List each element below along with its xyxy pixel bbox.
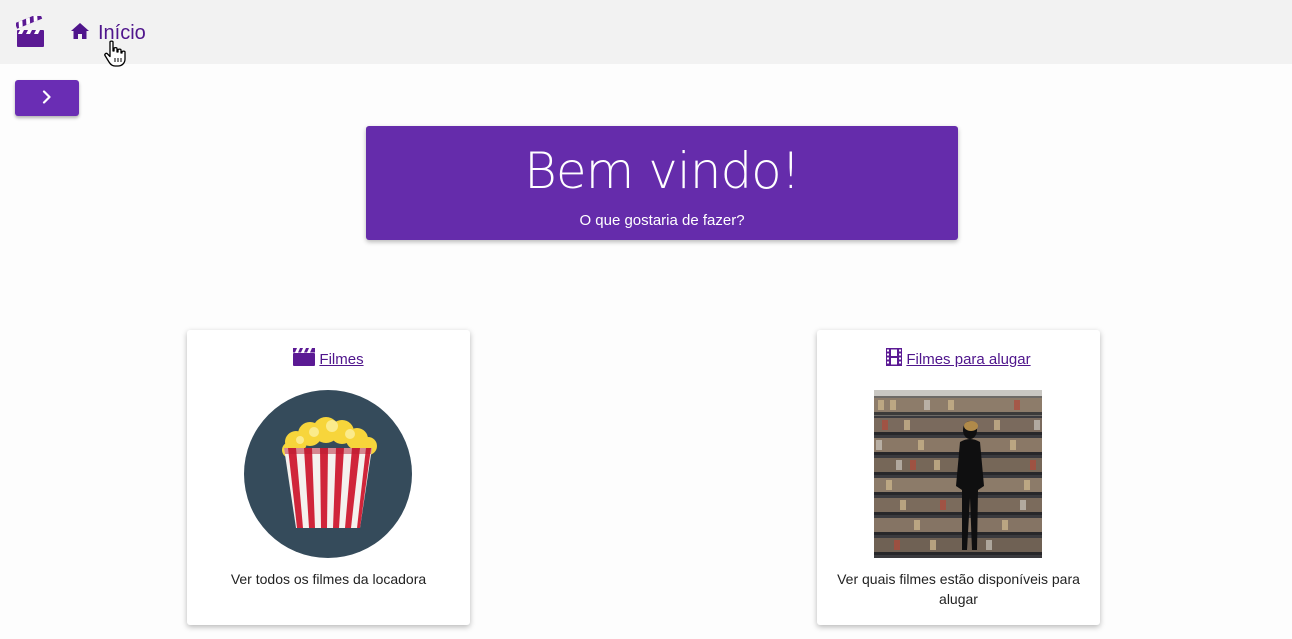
- film-strip-icon: [886, 348, 903, 371]
- home-icon: [70, 22, 90, 45]
- card-alugar-title[interactable]: Filmes para alugar: [817, 348, 1100, 371]
- top-navbar: Início: [0, 0, 1292, 67]
- welcome-banner: Bem vindo! O que gostaria de fazer?: [366, 126, 958, 240]
- chevron-right-icon: [41, 89, 53, 107]
- clapperboard-icon[interactable]: [14, 13, 46, 48]
- popcorn-image[interactable]: [244, 390, 412, 558]
- card-filmes: Filmes Ver todos os filmes da locadora: [187, 330, 470, 625]
- card-filmes-description: Ver todos os filmes da locadora: [230, 571, 427, 587]
- video-store-shelves-image[interactable]: [874, 390, 1042, 558]
- card-alugar-description: Ver quais filmes estão disponíveis para …: [837, 571, 1080, 607]
- card-filmes-link[interactable]: Filmes: [319, 351, 363, 368]
- card-filmes-para-alugar: Filmes para alugar Ver quais filmes estã…: [817, 330, 1100, 625]
- nav-home-link[interactable]: Início: [70, 20, 146, 46]
- nav-home-label: Início: [98, 21, 146, 44]
- welcome-title: Bem vindo!: [524, 142, 801, 200]
- clapperboard-icon: [293, 348, 316, 371]
- card-alugar-link[interactable]: Filmes para alugar: [906, 351, 1030, 368]
- welcome-subtitle: O que gostaria de fazer?: [579, 212, 745, 229]
- card-filmes-title[interactable]: Filmes: [187, 348, 470, 371]
- sidebar-toggle-button[interactable]: [15, 80, 79, 116]
